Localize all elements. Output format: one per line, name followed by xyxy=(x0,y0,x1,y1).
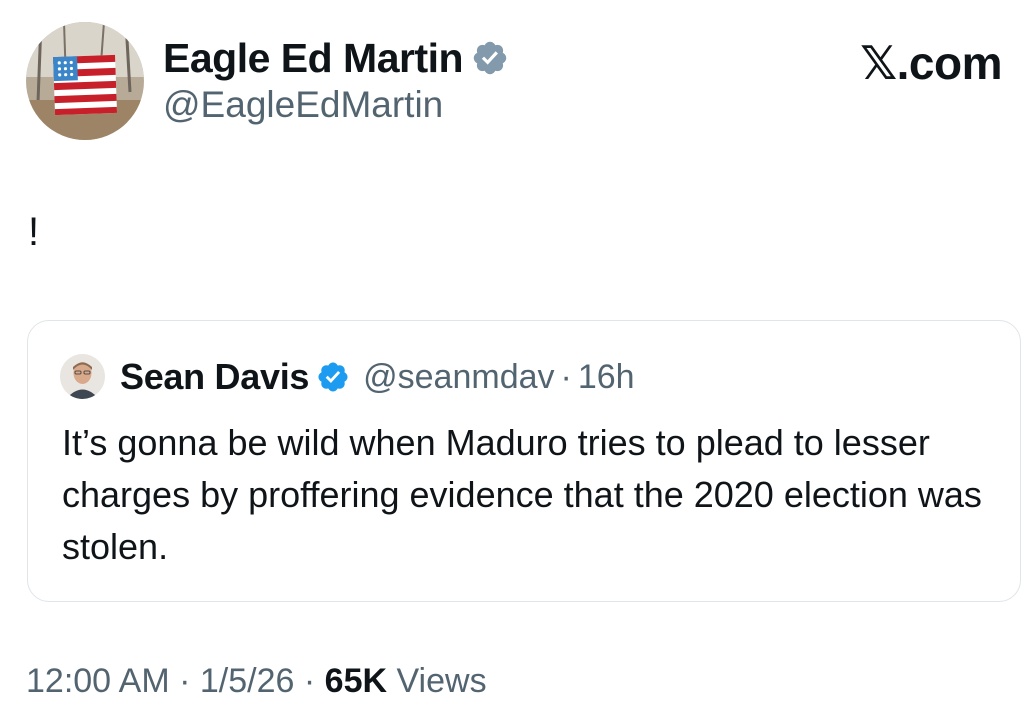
quoted-tweet-header: Sean Davis @seanmdav · 16h xyxy=(120,352,635,402)
separator-dot: · xyxy=(560,357,572,396)
quoted-tweet-text: It’s gonna be wild when Maduro tries to … xyxy=(62,422,982,567)
author-avatar[interactable] xyxy=(26,22,144,140)
tweet-date[interactable]: 1/5/26 xyxy=(200,662,295,700)
tweet-meta-row: 12:00 AM · 1/5/26 · 65K Views xyxy=(26,662,487,701)
views-count[interactable]: 65K xyxy=(325,662,387,700)
tweet-time[interactable]: 12:00 AM xyxy=(26,662,170,700)
quoted-author-handle[interactable]: @seanmdav xyxy=(363,358,554,397)
quoted-author-name[interactable]: Sean Davis xyxy=(120,356,309,398)
quoted-author-avatar[interactable] xyxy=(60,354,105,399)
verified-badge-icon xyxy=(318,362,348,392)
quoted-tweet-time[interactable]: 16h xyxy=(578,358,635,397)
author-handle[interactable]: @EagleEdMartin xyxy=(163,84,443,126)
author-name[interactable]: Eagle Ed Martin xyxy=(163,35,464,82)
separator-dot: · xyxy=(303,662,325,700)
tweet-text: ! xyxy=(28,210,40,254)
author-name-row[interactable]: Eagle Ed Martin xyxy=(163,30,509,86)
views-label: Views xyxy=(396,662,487,700)
person-avatar-icon xyxy=(60,354,105,399)
separator-dot: · xyxy=(179,662,200,700)
quoted-tweet-card[interactable]: Sean Davis @seanmdav · 16h It’s gonna be… xyxy=(27,320,1021,602)
verified-badge-icon xyxy=(473,41,507,75)
x-logo: 𝕏.com xyxy=(860,37,1002,89)
american-flag-avatar-icon xyxy=(26,22,144,140)
